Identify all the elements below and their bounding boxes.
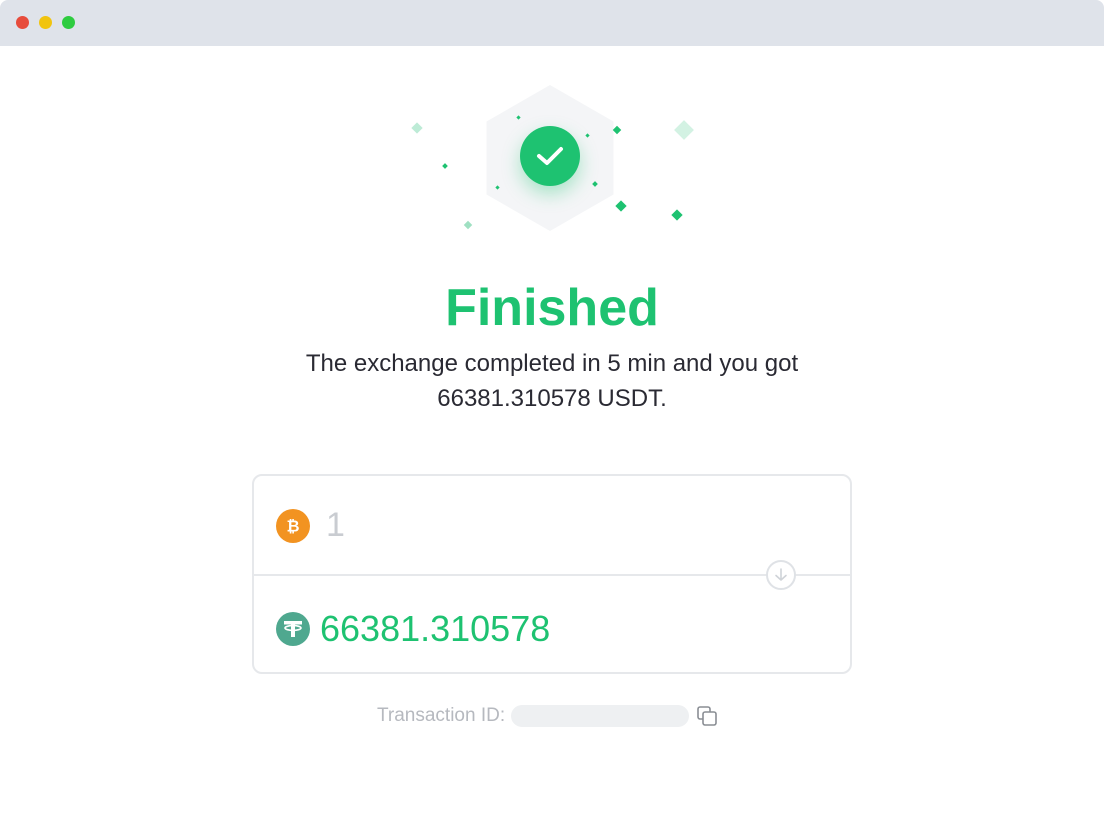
window-titlebar xyxy=(0,0,1104,46)
to-row: 66381.310578 xyxy=(276,608,550,650)
window-maximize-button[interactable] xyxy=(62,16,75,29)
to-amount: 66381.310578 xyxy=(320,608,551,649)
arrow-down-icon xyxy=(766,560,796,590)
status-message: The exchange completed in 5 min and you … xyxy=(305,350,799,412)
success-check-circle xyxy=(520,126,580,186)
success-illustration xyxy=(400,82,700,232)
card-divider xyxy=(254,574,850,576)
from-row: ₿ 1 xyxy=(276,506,345,545)
window-minimize-button[interactable] xyxy=(39,16,52,29)
confetti xyxy=(463,220,473,230)
confetti xyxy=(411,122,423,134)
confetti xyxy=(674,120,694,140)
transaction-id-label: Transaction ID: xyxy=(377,705,506,726)
transaction-id-value xyxy=(511,705,690,727)
status-title: Finished xyxy=(445,279,659,337)
tether-icon xyxy=(276,612,310,646)
confetti xyxy=(442,163,448,169)
from-amount: 1 xyxy=(326,506,345,544)
confetti xyxy=(612,125,622,135)
copy-icon[interactable] xyxy=(695,704,719,728)
confetti xyxy=(615,200,627,212)
transaction-id-row: Transaction ID: xyxy=(377,704,719,728)
exchange-summary-card: ₿ 1 66381.310578 xyxy=(252,474,852,674)
svg-text:₿: ₿ xyxy=(286,516,299,535)
check-icon xyxy=(537,147,563,165)
bitcoin-icon: ₿ xyxy=(276,508,310,543)
window-close-button[interactable] xyxy=(16,16,29,29)
confetti xyxy=(671,209,683,221)
